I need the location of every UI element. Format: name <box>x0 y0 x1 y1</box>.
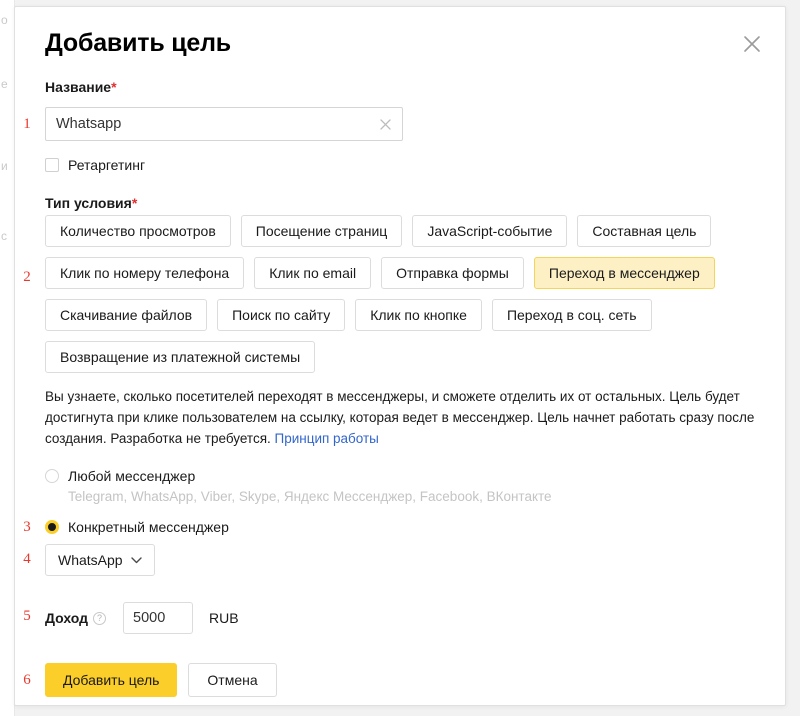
page-ghost-text: с <box>1 229 7 243</box>
chip-form-submit[interactable]: Отправка формы <box>381 257 524 289</box>
chip-views-count[interactable]: Количество просмотров <box>45 215 231 247</box>
condition-type-label: Тип условия* <box>45 195 137 211</box>
condition-type-label-text: Тип условия <box>45 195 132 211</box>
page-title: Добавить цель <box>45 29 231 57</box>
condition-type-chip-group: Количество просмотров Посещение страниц … <box>45 215 785 383</box>
add-goal-modal: 1 2 3 4 5 6 Добавить цель Название* Рета <box>14 6 786 706</box>
chip-composite-goal[interactable]: Составная цель <box>577 215 712 247</box>
cancel-button[interactable]: Отмена <box>188 663 277 697</box>
page-background: о е и с <box>0 0 15 716</box>
radio-icon-specific[interactable] <box>45 520 59 534</box>
clear-icon[interactable] <box>378 117 393 132</box>
chip-row: Возвращение из платежной системы <box>45 341 785 373</box>
messenger-select[interactable]: WhatsApp <box>45 544 155 576</box>
chevron-down-icon <box>130 556 142 564</box>
condition-description: Вы узнаете, сколько посетителей переходя… <box>45 386 793 449</box>
chip-javascript-event[interactable]: JavaScript-событие <box>412 215 568 247</box>
income-input[interactable] <box>123 602 194 634</box>
page-ghost-text: е <box>1 77 8 91</box>
chip-page-visit[interactable]: Посещение страниц <box>240 215 403 247</box>
chip-site-search[interactable]: Поиск по сайту <box>217 299 346 331</box>
currency-label: RUB <box>209 610 239 626</box>
retargeting-checkbox-row[interactable]: Ретаргетинг <box>45 157 145 173</box>
name-input[interactable] <box>46 108 366 140</box>
chip-messenger-transition[interactable]: Переход в мессенджер <box>533 257 715 289</box>
chip-row: Клик по номеру телефона Клик по email От… <box>45 257 785 289</box>
radio-icon-any[interactable] <box>45 469 59 483</box>
add-goal-button[interactable]: Добавить цель <box>45 663 178 697</box>
chip-social-network[interactable]: Переход в соц. сеть <box>491 299 652 331</box>
chip-row: Скачивание файлов Поиск по сайту Клик по… <box>45 299 785 331</box>
chip-row: Количество просмотров Посещение страниц … <box>45 215 785 247</box>
page-ghost-text: о <box>1 13 8 27</box>
chip-phone-click[interactable]: Клик по номеру телефона <box>45 257 245 289</box>
messenger-list-text: Telegram, WhatsApp, Viber, Skype, Яндекс… <box>68 489 552 504</box>
how-it-works-link[interactable]: Принцип работы <box>275 431 379 446</box>
messenger-select-value: WhatsApp <box>58 552 123 568</box>
chip-payment-return[interactable]: Возвращение из платежной системы <box>45 341 316 373</box>
chip-button-click[interactable]: Клик по кнопке <box>355 299 482 331</box>
description-text: Вы узнаете, сколько посетителей переходя… <box>45 389 755 446</box>
radio-specific-messenger[interactable]: Конкретный мессенджер <box>45 519 229 535</box>
close-icon[interactable] <box>737 29 767 59</box>
radio-any-messenger[interactable]: Любой мессенджер <box>45 468 195 484</box>
retargeting-label: Ретаргетинг <box>68 157 146 173</box>
name-label-text: Название <box>45 79 112 95</box>
help-icon[interactable]: ? <box>93 611 107 625</box>
radio-any-messenger-label: Любой мессенджер <box>68 468 196 484</box>
chip-email-click[interactable]: Клик по email <box>254 257 372 289</box>
radio-specific-messenger-label: Конкретный мессенджер <box>68 519 229 535</box>
income-label: Доход <box>45 610 89 626</box>
income-row: Доход ? RUB <box>45 602 239 634</box>
name-input-wrapper <box>45 107 403 141</box>
modal-footer: Добавить цель Отмена <box>45 663 277 697</box>
name-field-label: Название* <box>45 79 117 95</box>
required-marker: * <box>131 195 138 211</box>
required-marker: * <box>111 79 117 95</box>
chip-file-download[interactable]: Скачивание файлов <box>45 299 208 331</box>
page-ghost-text: и <box>1 159 8 173</box>
checkbox-icon[interactable] <box>45 158 59 172</box>
